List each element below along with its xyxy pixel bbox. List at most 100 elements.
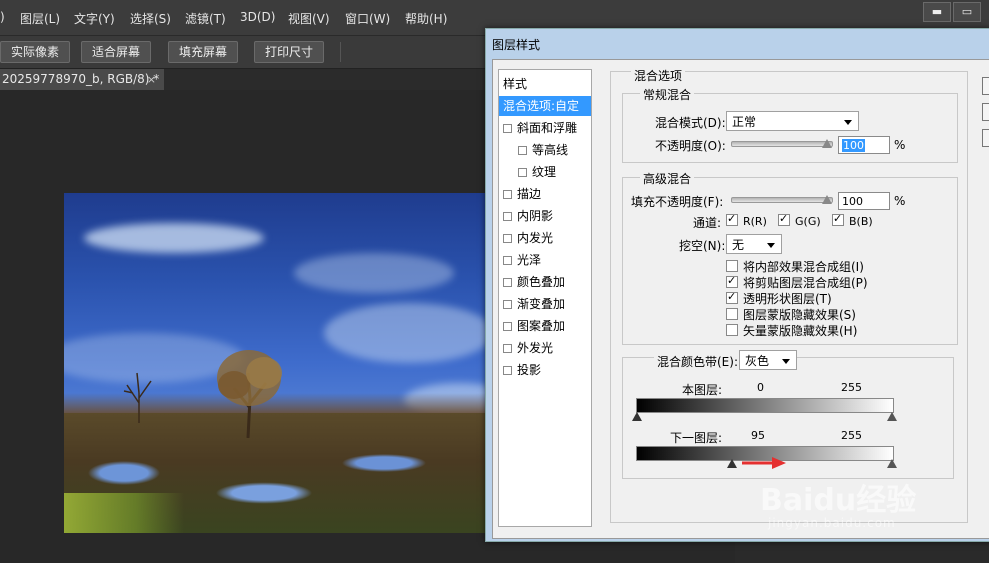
checkbox[interactable] [726, 308, 738, 320]
style-item-label: 颜色叠加 [517, 275, 566, 289]
checkbox[interactable] [503, 300, 512, 309]
menu-layer[interactable]: 图层(L) [20, 10, 60, 27]
underlying-layer-label: 下一图层: [670, 431, 723, 445]
option-label: 透明形状图层(T) [743, 292, 832, 306]
checkbox[interactable] [503, 212, 512, 221]
this-layer-white-slider[interactable] [887, 412, 897, 421]
style-item-inner-glow[interactable]: 内发光 [499, 228, 595, 248]
opacity-input[interactable]: 100 [838, 136, 890, 154]
style-item-stroke[interactable]: 描边 [499, 184, 595, 204]
menu-fragment: ) [0, 10, 5, 24]
channel-b[interactable]: B(B) [832, 212, 873, 228]
channel-g[interactable]: G(G) [778, 212, 821, 228]
checkbox[interactable] [503, 344, 512, 353]
underlying-layer-white-slider[interactable] [887, 459, 897, 468]
checkbox[interactable] [726, 324, 738, 336]
style-item-pattern-overlay[interactable]: 图案叠加 [499, 316, 595, 336]
underlying-layer-black-slider[interactable] [727, 459, 737, 468]
style-list: 样式 混合选项:自定 斜面和浮雕 等高线 纹理 描边 内阴影 内发光 光泽 颜色… [498, 69, 592, 527]
option-label: 矢量蒙版隐藏效果(H) [743, 324, 858, 338]
chevron-down-icon [844, 120, 852, 125]
style-item-bevel-emboss[interactable]: 斜面和浮雕 [499, 118, 595, 138]
checkbox[interactable] [726, 260, 738, 272]
minimize-button[interactable]: ▬ [923, 2, 951, 22]
blend-mode-select[interactable]: 正常 [726, 111, 859, 131]
opacity-slider-thumb[interactable] [822, 139, 832, 148]
opacity-slider[interactable] [731, 141, 833, 147]
blend-if-value: 灰色 [745, 354, 770, 368]
checkbox[interactable] [832, 212, 844, 226]
style-item-inner-shadow[interactable]: 内阴影 [499, 206, 595, 226]
style-item-label: 图案叠加 [517, 319, 566, 333]
blend-if-select[interactable]: 灰色 [739, 350, 797, 370]
style-item-label: 投影 [517, 363, 542, 377]
fill-screen-button[interactable]: 填充屏幕 [168, 41, 239, 63]
menu-3d[interactable]: 3D(D) [240, 10, 275, 24]
fill-opacity-slider-thumb[interactable] [822, 195, 832, 204]
ok-button[interactable] [982, 77, 989, 95]
checkbox[interactable] [726, 212, 738, 226]
menu-select[interactable]: 选择(S) [130, 10, 171, 27]
style-item-contour[interactable]: 等高线 [499, 140, 610, 160]
checkbox[interactable] [503, 256, 512, 265]
fit-screen-button[interactable]: 适合屏幕 [81, 41, 152, 63]
maximize-button[interactable]: ▭ [953, 2, 981, 22]
checkbox[interactable] [503, 366, 512, 375]
style-item-texture[interactable]: 纹理 [499, 162, 610, 182]
cancel-button[interactable] [982, 103, 989, 121]
style-item-label: 外发光 [517, 341, 554, 355]
option-vector-mask-hides[interactable]: 矢量蒙版隐藏效果(H) [726, 322, 857, 339]
this-layer-gradient [636, 398, 894, 413]
actual-pixels-button[interactable]: 实际像素 [0, 41, 71, 63]
checkbox[interactable] [778, 212, 790, 226]
option-label: 将内部效果混合成组(I) [743, 260, 864, 274]
style-item-gradient-overlay[interactable]: 渐变叠加 [499, 294, 595, 314]
checkbox[interactable] [503, 190, 512, 199]
fill-opacity-slider[interactable] [731, 197, 833, 203]
menu-help[interactable]: 帮助(H) [405, 10, 447, 27]
checkbox[interactable] [518, 168, 527, 177]
blend-if-label: 混合颜色带(E): [654, 353, 741, 370]
style-item-drop-shadow[interactable]: 投影 [499, 360, 595, 380]
style-item-label: 描边 [517, 187, 542, 201]
channel-g-label: G(G) [795, 215, 821, 228]
option-blend-clipped[interactable]: 将剪贴图层混合成组(P) [726, 274, 868, 291]
checkbox[interactable] [518, 146, 527, 155]
dialog-title: 图层样式 [492, 38, 541, 52]
checkbox[interactable] [503, 322, 512, 331]
menu-filter[interactable]: 滤镜(T) [185, 10, 226, 27]
option-layer-mask-hides[interactable]: 图层蒙版隐藏效果(S) [726, 306, 856, 323]
options-divider [340, 42, 341, 62]
fill-opacity-input[interactable]: 100 [838, 192, 890, 210]
checkbox[interactable] [503, 234, 512, 243]
document-tab[interactable]: 20259778970_b, RGB/8) * × [0, 69, 164, 90]
style-item-satin[interactable]: 光泽 [499, 250, 595, 270]
style-list-header[interactable]: 样式 [503, 75, 527, 92]
blend-mode-value: 正常 [732, 115, 757, 129]
checkbox[interactable] [726, 290, 738, 304]
menu-view[interactable]: 视图(V) [288, 10, 330, 27]
knockout-select[interactable]: 无 [726, 234, 782, 254]
style-item-outer-glow[interactable]: 外发光 [499, 338, 595, 358]
print-size-button[interactable]: 打印尺寸 [254, 41, 325, 63]
option-transparency-shapes[interactable]: 透明形状图层(T) [726, 290, 832, 307]
checkbox[interactable] [503, 124, 512, 133]
blend-mode-label: 混合模式(D): [655, 116, 726, 130]
style-item-color-overlay[interactable]: 颜色叠加 [499, 272, 595, 292]
fill-opacity-unit: % [894, 194, 906, 208]
chevron-down-icon [767, 243, 775, 248]
style-item-label: 渐变叠加 [517, 297, 566, 311]
menu-window[interactable]: 窗口(W) [345, 10, 390, 27]
style-item-blending-options[interactable]: 混合选项:自定 [499, 96, 591, 116]
checkbox[interactable] [726, 274, 738, 288]
cloud-shape [324, 303, 494, 363]
channel-r[interactable]: R(R) [726, 212, 767, 228]
this-layer-black-slider[interactable] [632, 412, 642, 421]
knockout-label: 挖空(N): [679, 239, 726, 253]
section-title: 混合选项 [631, 67, 686, 84]
close-tab-icon[interactable]: × [147, 69, 156, 90]
menu-type[interactable]: 文字(Y) [74, 10, 115, 27]
option-blend-interior[interactable]: 将内部效果混合成组(I) [726, 258, 864, 275]
checkbox[interactable] [503, 278, 512, 287]
new-style-button[interactable] [982, 129, 989, 147]
